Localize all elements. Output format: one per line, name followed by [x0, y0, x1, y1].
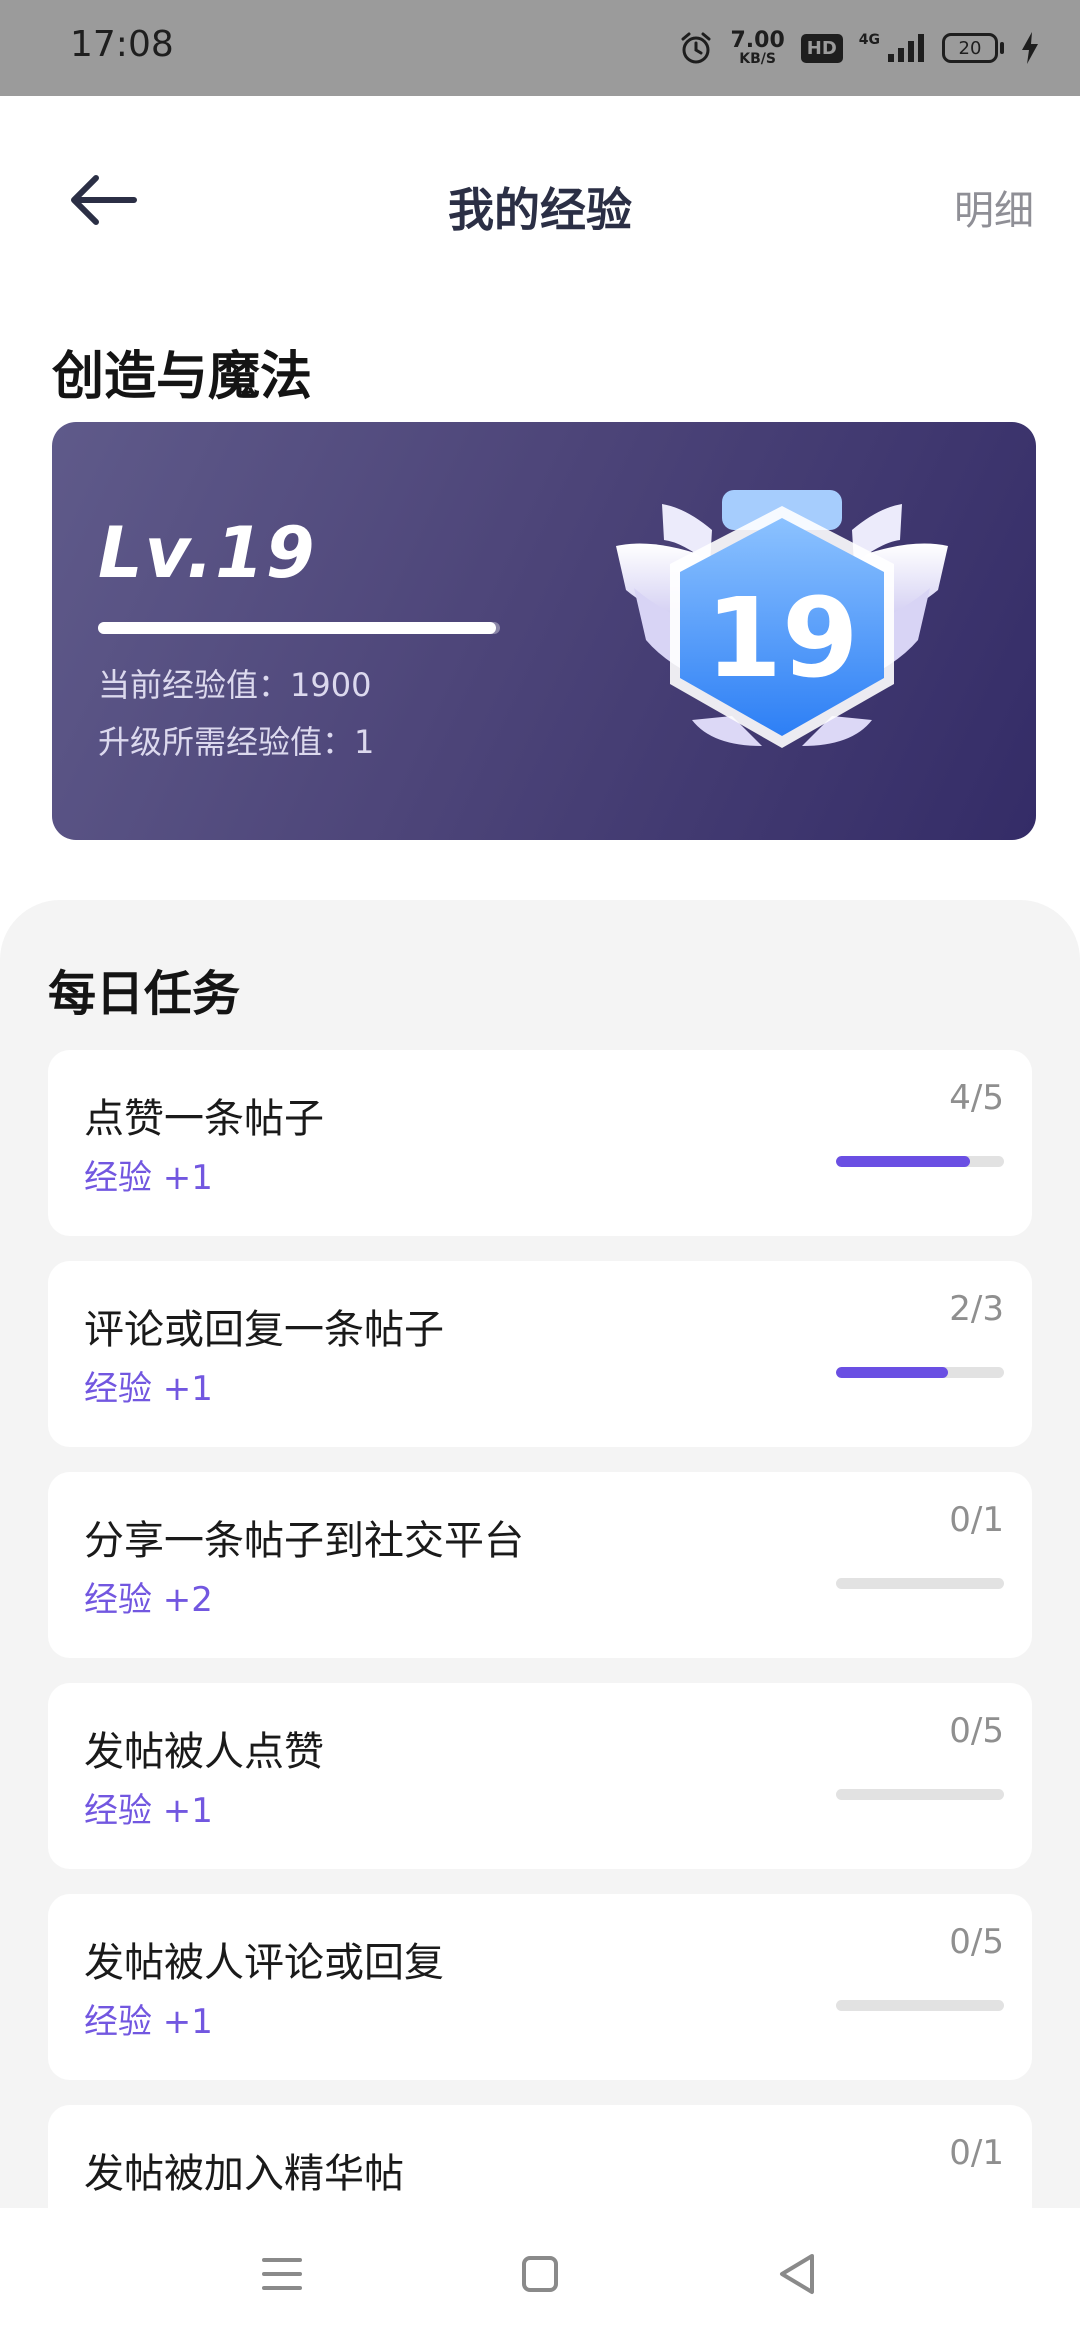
task-name: 发帖被加入精华帖	[84, 2151, 404, 2197]
task-name: 点赞一条帖子	[84, 1096, 324, 1142]
level-progress-fill	[98, 622, 496, 634]
level-card: Lv.19 当前经验值：1900 升级所需经验值：1 19	[52, 422, 1036, 840]
header: 我的经验 明细	[0, 96, 1080, 316]
detail-button[interactable]: 明细	[954, 178, 1034, 236]
experience-page: 17:08 7.00 KB/S HD 4G 20 我的经验 明细 创造与魔法 L…	[0, 0, 1080, 2340]
alarm-icon	[681, 32, 711, 64]
task-count: 0/5	[949, 1922, 1004, 1962]
task-count: 4/5	[949, 1078, 1004, 1118]
status-icons: 7.00 KB/S HD 4G 20	[678, 24, 1040, 72]
task-progress-bar	[836, 1156, 1004, 1167]
battery-level: 20	[942, 33, 998, 63]
navigation-bar	[0, 2208, 1080, 2340]
task-card[interactable]: 点赞一条帖子 经验 +1 4/5	[48, 1050, 1032, 1236]
home-button[interactable]	[510, 2244, 570, 2304]
task-count: 0/5	[949, 1711, 1004, 1751]
task-exp: 经验 +1	[84, 1369, 213, 1409]
battery-icon: 20	[942, 33, 1004, 63]
charging-icon	[1022, 32, 1038, 64]
level-progress-bar	[98, 622, 500, 634]
net-speed-unit: KB/S	[739, 51, 776, 67]
task-count: 2/3	[949, 1289, 1004, 1329]
task-progress-bar	[836, 1367, 1004, 1378]
badge-number: 19	[705, 574, 859, 702]
network-type: 4G	[858, 32, 880, 48]
task-count: 0/1	[949, 2133, 1004, 2173]
task-progress-fill	[836, 1156, 971, 1167]
task-progress-bar	[836, 1578, 1004, 1589]
task-exp: 经验 +1	[84, 1791, 213, 1831]
task-progress-fill	[836, 1367, 949, 1378]
task-progress-bar	[836, 2000, 1004, 2011]
status-time: 17:08	[70, 24, 174, 65]
home-square-icon	[522, 2256, 558, 2292]
level-label: Lv.19	[98, 512, 317, 594]
page-title: 我的经验	[448, 183, 632, 237]
current-exp: 当前经验值：1900	[98, 666, 372, 704]
needed-exp: 升级所需经验值：1	[98, 723, 375, 761]
task-exp: 经验 +1	[84, 1158, 213, 1198]
hd-badge: HD	[800, 33, 843, 63]
signal-icon	[888, 34, 924, 62]
group-title: 创造与魔法	[52, 347, 313, 407]
task-count: 0/1	[949, 1500, 1004, 1540]
net-speed-value: 7.00	[730, 28, 785, 53]
task-name: 发帖被人点赞	[84, 1729, 324, 1775]
menu-icon	[262, 2258, 302, 2290]
task-card[interactable]: 评论或回复一条帖子 经验 +1 2/3	[48, 1261, 1032, 1447]
menu-button[interactable]	[252, 2244, 312, 2304]
task-exp: 经验 +1	[84, 2002, 213, 2042]
status-bar: 17:08 7.00 KB/S HD 4G 20	[0, 0, 1080, 96]
task-progress-bar	[836, 1789, 1004, 1800]
task-exp: 经验 +2	[84, 1580, 213, 1620]
level-badge: 19	[612, 484, 952, 784]
task-card[interactable]: 发帖被人评论或回复 经验 +1 0/5	[48, 1894, 1032, 2080]
back-nav-button[interactable]	[768, 2244, 828, 2304]
task-name: 评论或回复一条帖子	[84, 1307, 444, 1353]
back-triangle-icon	[780, 2254, 814, 2294]
task-card[interactable]: 分享一条帖子到社交平台 经验 +2 0/1	[48, 1472, 1032, 1658]
task-card[interactable]: 发帖被人点赞 经验 +1 0/5	[48, 1683, 1032, 1869]
daily-tasks-title: 每日任务	[48, 966, 241, 1022]
task-name: 发帖被人评论或回复	[84, 1940, 444, 1986]
net-speed: 7.00 KB/S	[730, 28, 785, 67]
task-name: 分享一条帖子到社交平台	[84, 1518, 524, 1564]
daily-tasks-panel: 每日任务 点赞一条帖子 经验 +1 4/5 评论或回复一条帖子 经验 +1 2/…	[0, 900, 1080, 2340]
